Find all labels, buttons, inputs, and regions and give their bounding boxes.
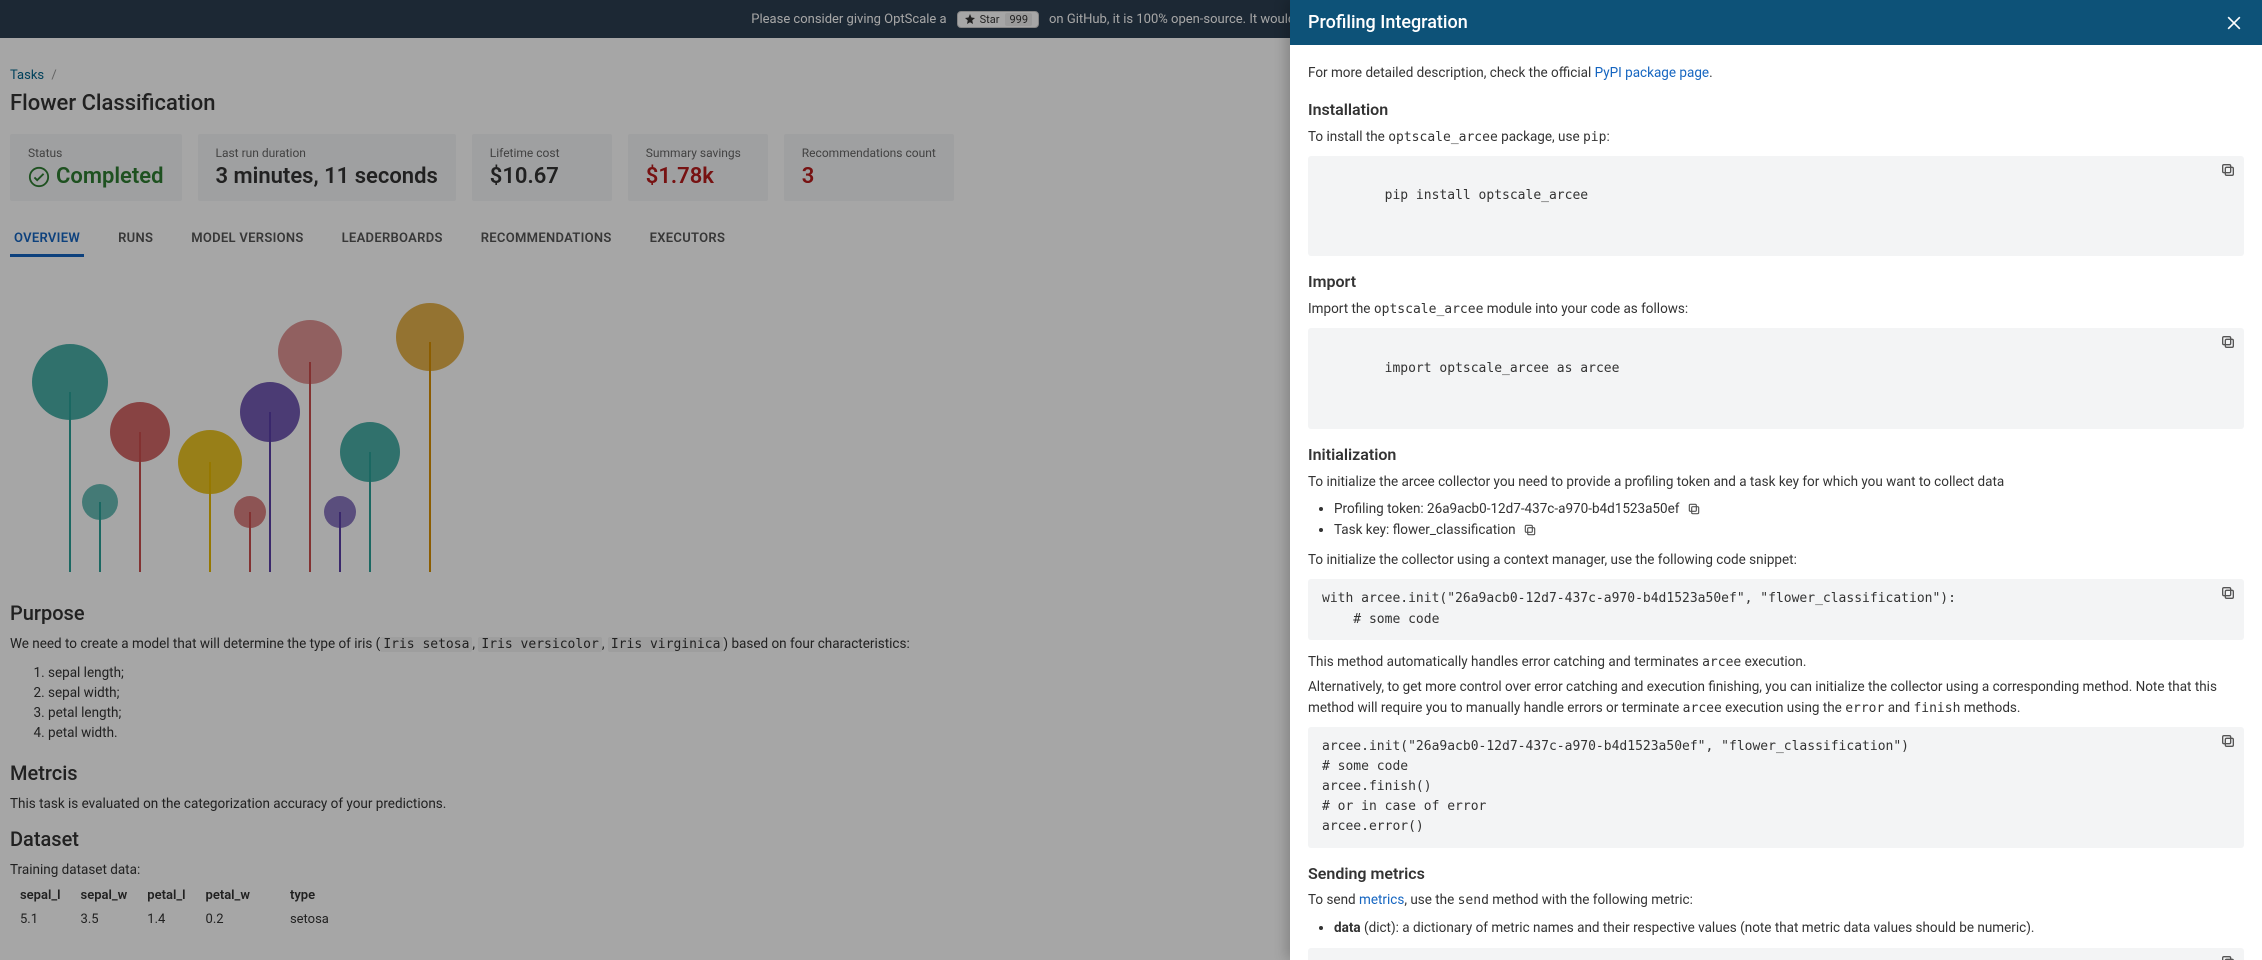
code-block: pip install optscale_arcee bbox=[1308, 156, 2244, 257]
copy-icon[interactable] bbox=[2220, 162, 2236, 178]
pkg-code: optscale_arcee bbox=[1374, 302, 1484, 317]
profiling-integration-panel: Profiling Integration For more detailed … bbox=[1290, 0, 2262, 960]
init-text2: To initialize the collector using a cont… bbox=[1308, 550, 2244, 571]
t: This method automatically handles error … bbox=[1308, 654, 1702, 670]
t: execution using the bbox=[1722, 700, 1845, 716]
code-block: import optscale_arcee as arcee bbox=[1308, 328, 2244, 429]
t: and bbox=[1884, 700, 1913, 716]
c: arcee bbox=[1683, 701, 1722, 716]
installation-heading: Installation bbox=[1308, 98, 2244, 123]
t: module into your code as follows: bbox=[1483, 301, 1688, 317]
initialization-heading: Initialization bbox=[1308, 443, 2244, 468]
intro-text: For more detailed description, check the… bbox=[1308, 65, 1595, 81]
code-block: arcee.send({ "metric_key_1": value_1, "m… bbox=[1308, 948, 2244, 960]
t: package, use bbox=[1498, 129, 1583, 145]
t: To send bbox=[1308, 892, 1359, 908]
list-item: data (dict): a dictionary of metric name… bbox=[1334, 918, 2244, 939]
t: (dict): a dictionary of metric names and… bbox=[1361, 920, 2035, 936]
import-heading: Import bbox=[1308, 270, 2244, 295]
list-item: Task key: flower_classification bbox=[1334, 520, 2244, 541]
code-text: with arcee.init("26a9acb0-12d7-437c-a970… bbox=[1322, 591, 1956, 626]
code-block: arcee.init("26a9acb0-12d7-437c-a970-b4d1… bbox=[1308, 727, 2244, 848]
panel-header: Profiling Integration bbox=[1290, 0, 2262, 45]
t: method with the following metric: bbox=[1489, 892, 1693, 908]
pypi-link[interactable]: PyPI package page bbox=[1595, 65, 1709, 81]
c: send bbox=[1458, 893, 1489, 908]
copy-icon[interactable] bbox=[2220, 954, 2236, 960]
panel-body: For more detailed description, check the… bbox=[1290, 45, 2262, 960]
pkg-code: optscale_arcee bbox=[1388, 130, 1498, 145]
list-item: Profiling token: 26a9acb0-12d7-437c-a970… bbox=[1334, 499, 2244, 520]
panel-title: Profiling Integration bbox=[1308, 12, 1468, 33]
copy-icon[interactable] bbox=[1687, 502, 1701, 516]
t: Import the bbox=[1308, 301, 1374, 317]
key-label: Task key: bbox=[1334, 522, 1393, 538]
key-value: flower_classification bbox=[1393, 522, 1516, 538]
code-text: import optscale_arcee as arcee bbox=[1385, 361, 1620, 376]
close-icon[interactable] bbox=[2224, 13, 2244, 33]
code-block: with arcee.init("26a9acb0-12d7-437c-a970… bbox=[1308, 579, 2244, 639]
t: To install the bbox=[1308, 129, 1388, 145]
token-label: Profiling token: bbox=[1334, 501, 1427, 517]
c: arcee bbox=[1702, 655, 1741, 670]
c: error bbox=[1845, 701, 1884, 716]
t: , use the bbox=[1404, 892, 1457, 908]
code-text: pip install optscale_arcee bbox=[1385, 188, 1589, 203]
pip-code: pip bbox=[1583, 130, 1606, 145]
copy-icon[interactable] bbox=[1523, 523, 1537, 537]
copy-icon[interactable] bbox=[2220, 733, 2236, 749]
token-value: 26a9acb0-12d7-437c-a970-b4d1523a50ef bbox=[1427, 501, 1679, 517]
t: methods. bbox=[1960, 700, 2020, 716]
data-bold: data bbox=[1334, 920, 1361, 936]
code-text: arcee.init("26a9acb0-12d7-437c-a970-b4d1… bbox=[1322, 739, 1909, 835]
metrics-link[interactable]: metrics bbox=[1359, 892, 1404, 908]
copy-icon[interactable] bbox=[2220, 334, 2236, 350]
c: finish bbox=[1913, 701, 1960, 716]
init-text: To initialize the arcee collector you ne… bbox=[1308, 472, 2244, 493]
metrics-heading: Sending metrics bbox=[1308, 862, 2244, 887]
t: execution. bbox=[1741, 654, 1806, 670]
copy-icon[interactable] bbox=[2220, 585, 2236, 601]
